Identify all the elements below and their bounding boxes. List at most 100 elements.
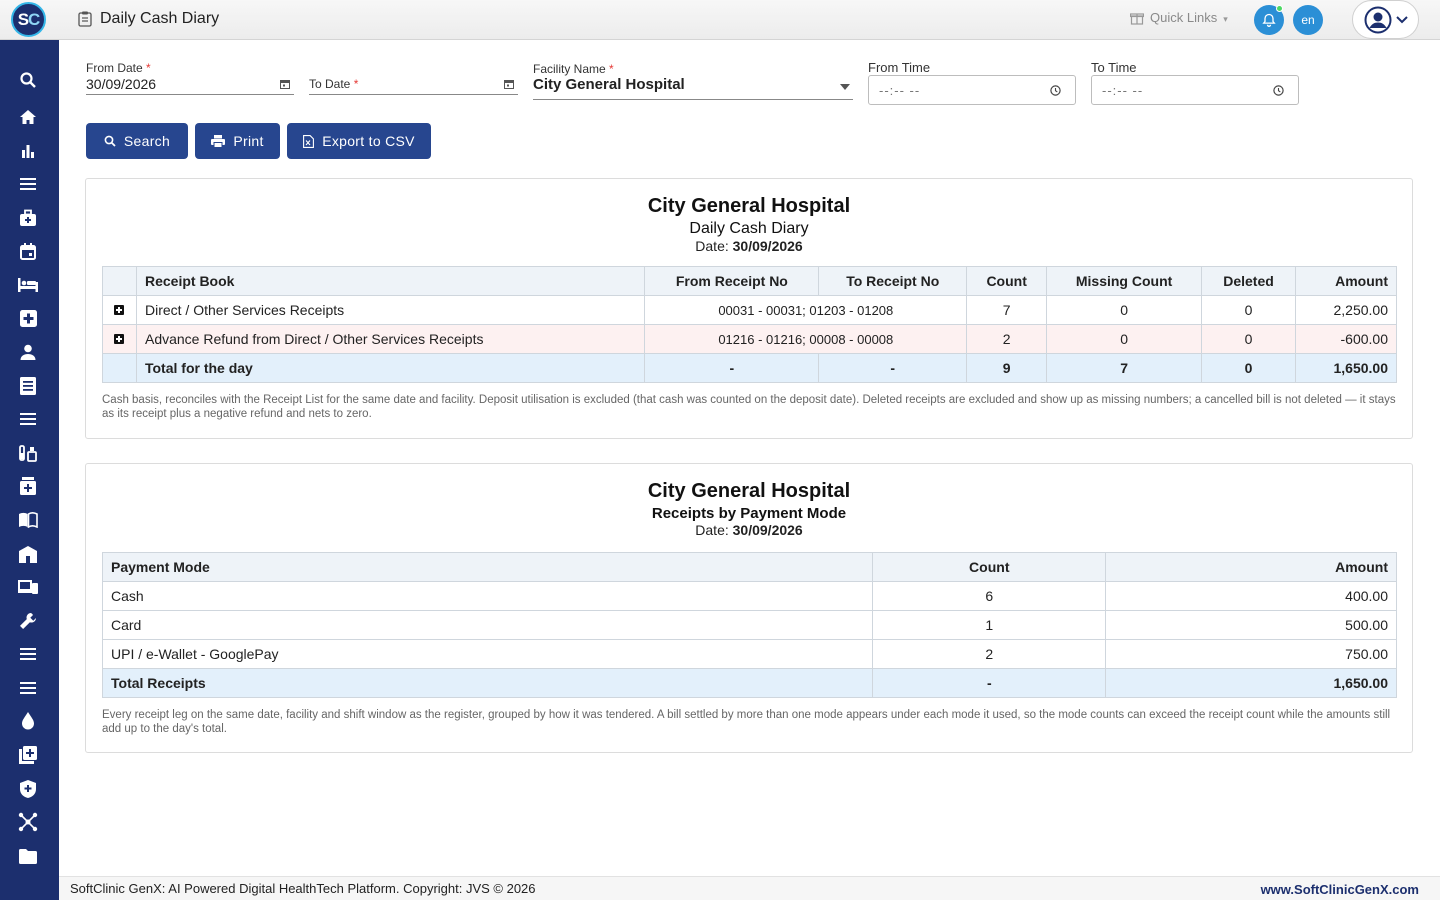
avatar-icon: [1364, 6, 1391, 33]
drop-icon[interactable]: [18, 711, 38, 731]
copyright-text: SoftClinic GenX: AI Powered Digital Heal…: [70, 881, 536, 896]
from-time-input[interactable]: --:-- --: [868, 75, 1076, 105]
caret-down-icon: [840, 84, 850, 90]
payment-mode-cell: Card: [101, 610, 874, 640]
list-icon[interactable]: [18, 409, 38, 429]
plus-box-icon: [114, 334, 125, 344]
deleted-cell: 0: [1201, 295, 1296, 325]
caret-down-icon: ▾: [1223, 14, 1228, 24]
print-button[interactable]: Print: [195, 123, 280, 159]
lab-icon[interactable]: [18, 443, 38, 463]
plus-box-icon: [114, 305, 125, 315]
amount-cell: 400.00: [1105, 581, 1397, 611]
from-date-field[interactable]: 30/09/2026: [86, 73, 294, 95]
amount-cell: 750.00: [1105, 639, 1397, 669]
to-time-value: --:-- --: [1102, 83, 1144, 98]
bar-chart-icon[interactable]: [18, 141, 38, 161]
website-link[interactable]: www.SoftClinicGenX.com: [1261, 882, 1419, 897]
column-header: To Receipt No: [818, 266, 968, 296]
network-icon[interactable]: [18, 812, 38, 832]
column-header: Amount: [1105, 552, 1397, 582]
menu-icon[interactable]: [18, 174, 38, 194]
export-csv-button[interactable]: Export to CSV: [287, 123, 431, 159]
expand-row-button[interactable]: [102, 324, 137, 354]
total-from-cell: -: [644, 353, 820, 383]
shield-icon[interactable]: [18, 779, 38, 799]
calendar-icon[interactable]: [18, 241, 38, 261]
export-button-label: Export to CSV: [322, 133, 415, 149]
receipt-book-cell: Direct / Other Services Receipts: [135, 295, 646, 325]
footer: SoftClinic GenX: AI Powered Digital Heal…: [59, 876, 1440, 900]
receipt-range-cell: 01216 - 01216; 00008 - 00008: [644, 324, 968, 354]
amount-cell: 500.00: [1105, 610, 1397, 640]
from-time-label: From Time: [868, 60, 931, 75]
sidebar: [0, 40, 59, 900]
column-header: Count: [966, 266, 1048, 296]
count-cell: 2: [872, 639, 1107, 669]
building-icon[interactable]: [18, 544, 38, 564]
column-header: Count: [872, 552, 1107, 582]
receipt-icon[interactable]: [18, 376, 38, 396]
report-note: Every receipt leg on the same date, faci…: [102, 709, 1391, 735]
add-box-icon[interactable]: [18, 308, 38, 328]
calendar-picker-icon[interactable]: [504, 79, 514, 89]
folder-icon[interactable]: [18, 846, 38, 866]
facility-select[interactable]: City General Hospital: [533, 74, 853, 100]
search-icon: [104, 135, 116, 147]
pharmacy-icon[interactable]: [18, 476, 38, 496]
expand-row-button[interactable]: [102, 295, 137, 325]
devices-icon[interactable]: [18, 577, 38, 597]
add-library-icon[interactable]: [18, 745, 38, 765]
notification-status-dot: [1276, 5, 1283, 12]
total-label: Total Receipts: [101, 668, 874, 698]
deleted-cell: 0: [1201, 324, 1296, 354]
payment-mode-cell: UPI / e-Wallet - GooglePay: [101, 639, 874, 669]
payment-mode-cell: Cash: [101, 581, 874, 611]
clock-icon[interactable]: [1050, 85, 1061, 96]
gift-icon: [1130, 12, 1144, 25]
table-row: Advance Refund from Direct / Other Servi…: [102, 324, 1398, 354]
total-missing-cell: 7: [1046, 353, 1203, 383]
wrench-icon[interactable]: [18, 611, 38, 631]
user-menu-button[interactable]: [1352, 0, 1419, 39]
total-count-cell: 9: [966, 353, 1048, 383]
payment-mode-table: Payment Mode Count Amount Cash 6 400.00 …: [101, 552, 1397, 698]
table-row: UPI / e-Wallet - GooglePay 2 750.00: [101, 639, 1397, 669]
clock-icon[interactable]: [1273, 85, 1284, 96]
total-to-cell: -: [818, 353, 968, 383]
quick-links-menu[interactable]: Quick Links ▾: [1130, 10, 1228, 25]
report-note: Cash basis, reconciles with the Receipt …: [102, 394, 1396, 420]
to-time-input[interactable]: --:-- --: [1091, 75, 1299, 105]
person-icon[interactable]: [18, 342, 38, 362]
report-title: Receipts by Payment Mode: [651, 505, 847, 522]
total-deleted-cell: 0: [1201, 353, 1296, 383]
chevron-down-icon: [1395, 15, 1408, 23]
table-header-row: Payment Mode Count Amount: [101, 552, 1397, 582]
to-time-label: To Time: [1091, 60, 1137, 75]
to-date-field[interactable]: [309, 73, 518, 95]
total-row: Total Receipts - 1,650.00: [101, 668, 1397, 698]
column-header: Receipt Book: [135, 266, 646, 296]
top-bar: SC Daily Cash Diary Quick Links ▾ en: [0, 0, 1440, 40]
search-icon[interactable]: [18, 70, 38, 90]
search-button[interactable]: Search: [86, 123, 188, 159]
medical-bag-icon[interactable]: [18, 208, 38, 228]
payment-mode-panel: City General Hospital Receipts by Paymen…: [85, 463, 1413, 753]
book-icon[interactable]: [18, 510, 38, 530]
home-icon[interactable]: [18, 107, 38, 127]
app-logo[interactable]: SC: [11, 2, 46, 37]
cash-diary-table: Receipt Book From Receipt No To Receipt …: [102, 266, 1398, 383]
language-button[interactable]: en: [1293, 5, 1323, 35]
column-header: Payment Mode: [101, 552, 874, 582]
report-facility-title: City General Hospital: [647, 195, 851, 217]
total-amount-cell: 1,650.00: [1294, 353, 1398, 383]
menu-icon[interactable]: [18, 644, 38, 664]
count-cell: 1: [872, 610, 1107, 640]
bed-icon[interactable]: [18, 275, 38, 295]
column-header: Amount: [1294, 266, 1398, 296]
calendar-picker-icon[interactable]: [280, 79, 290, 89]
printer-icon: [211, 134, 226, 148]
quick-links-label: Quick Links: [1150, 10, 1218, 25]
menu-icon[interactable]: [18, 678, 38, 698]
from-date-value: 30/09/2026: [86, 75, 157, 92]
